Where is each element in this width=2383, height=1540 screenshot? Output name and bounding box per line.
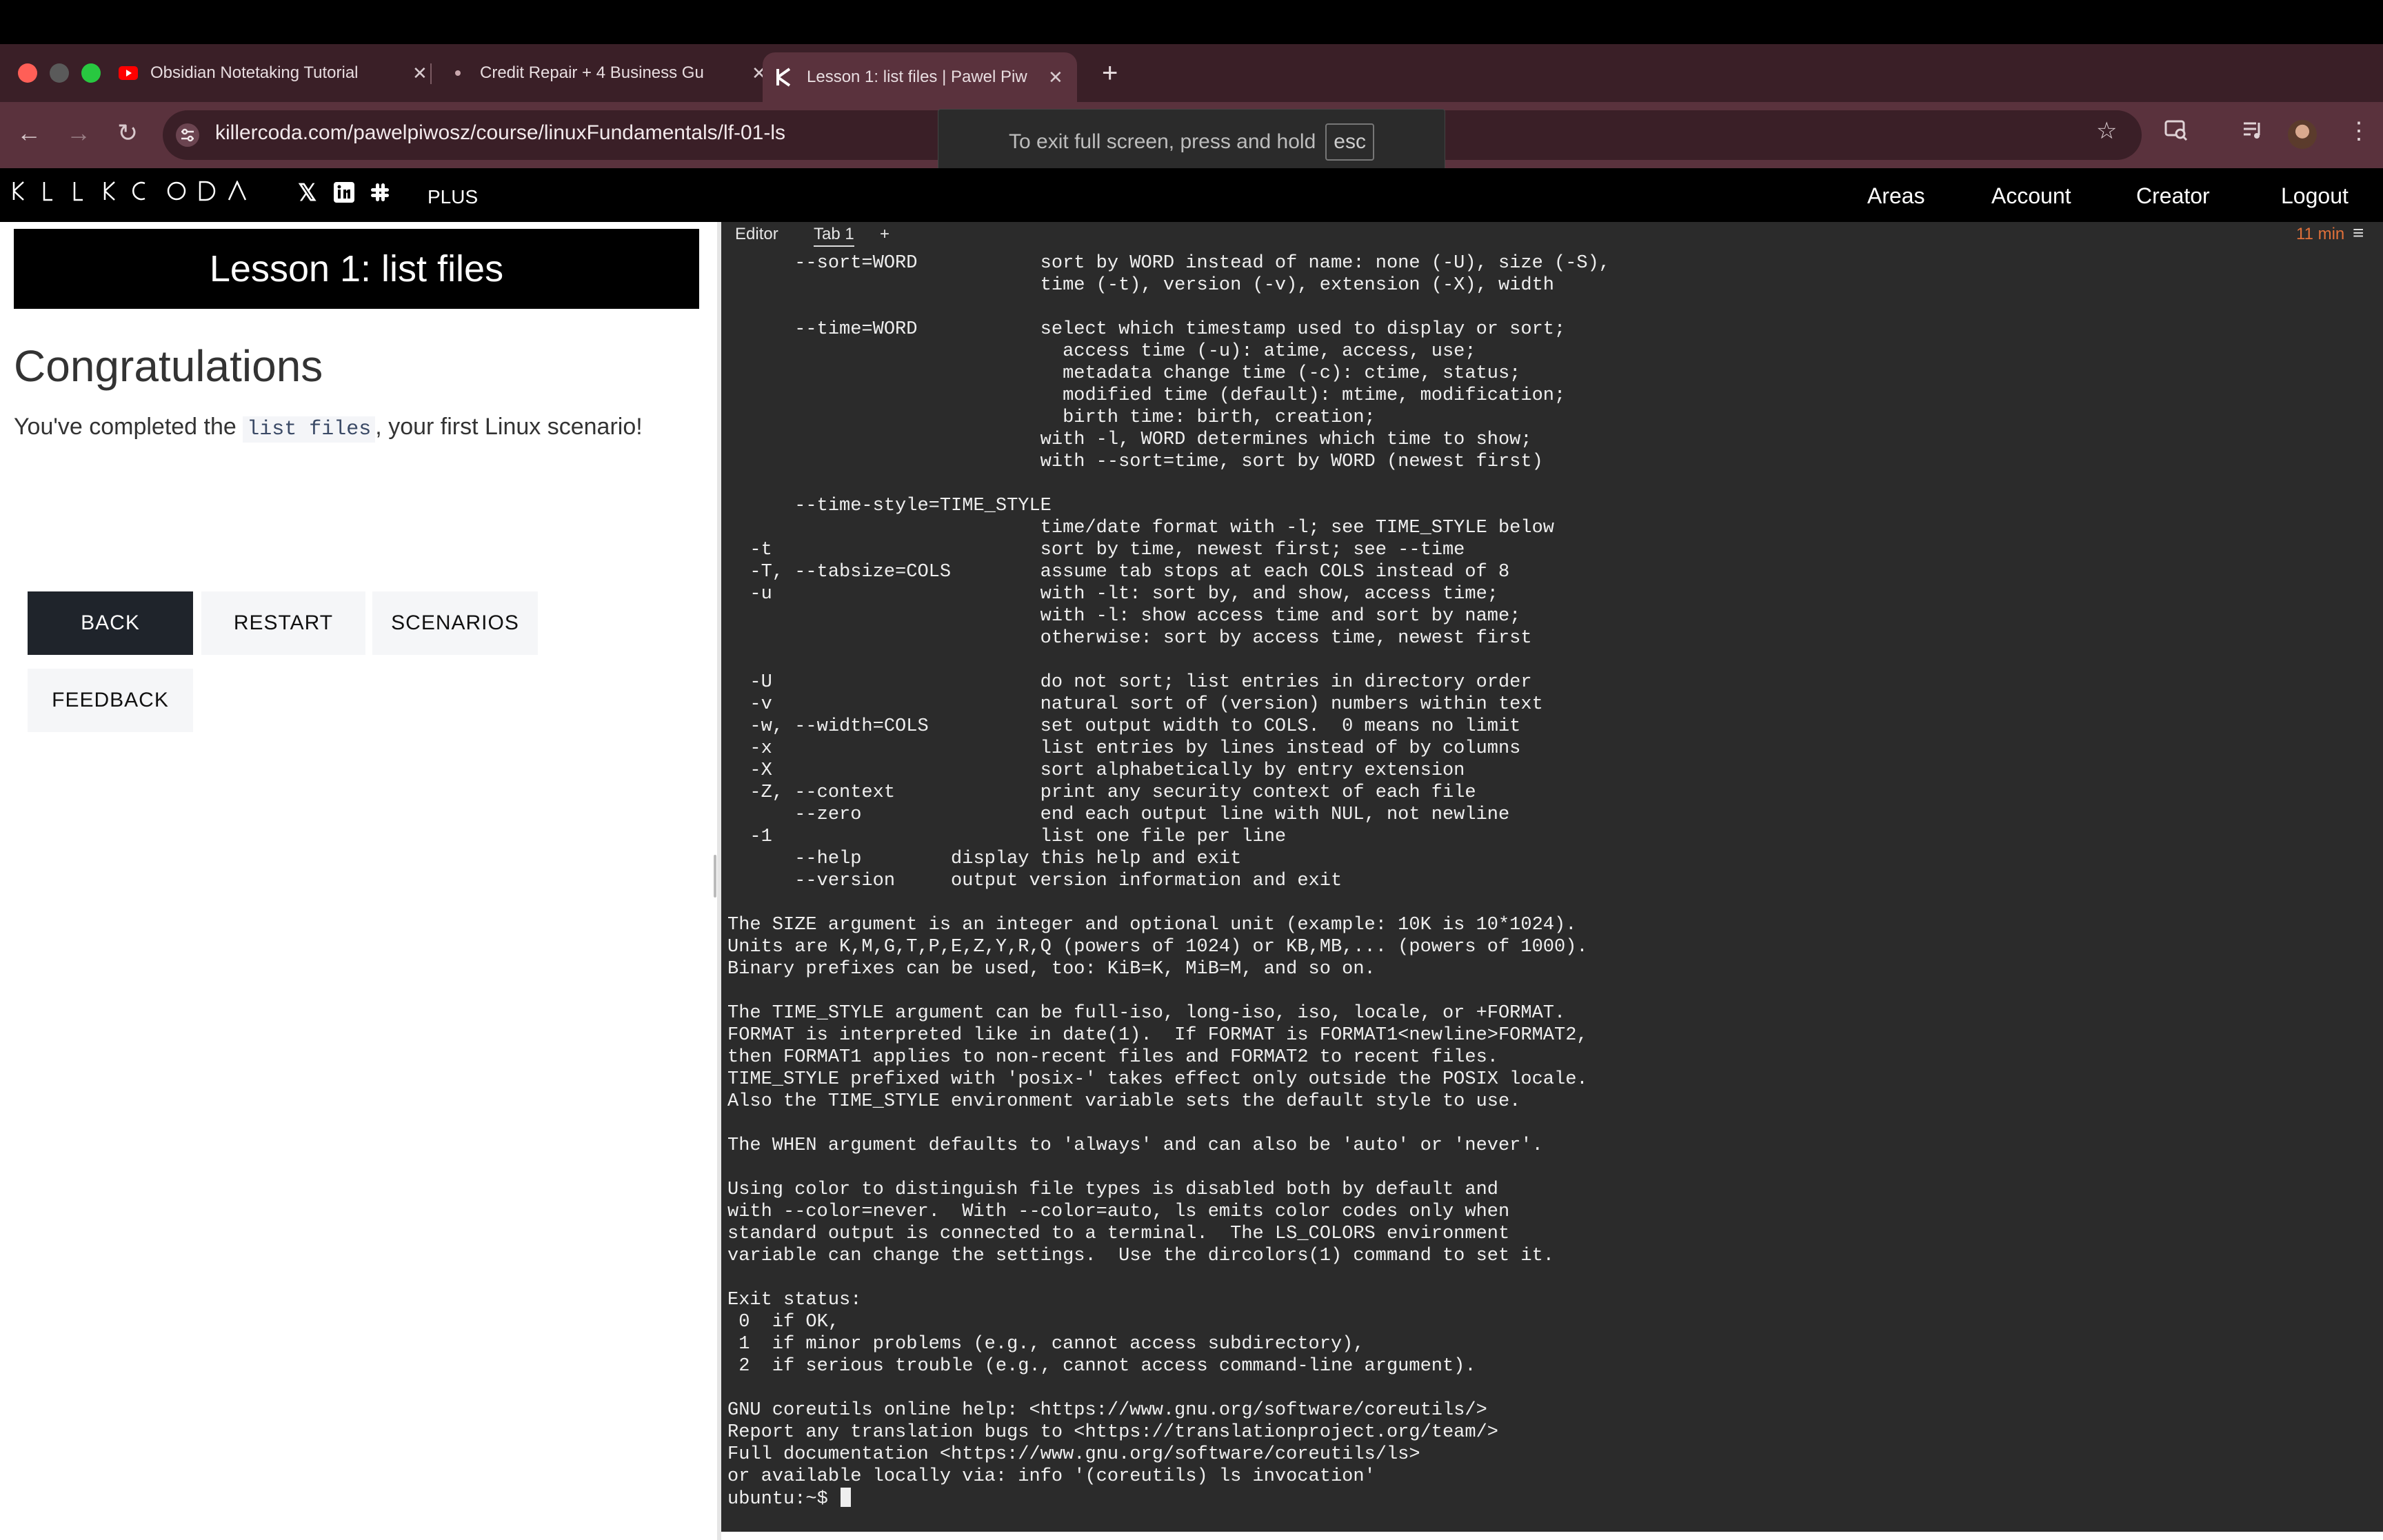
restart-button[interactable]: RESTART (201, 591, 365, 655)
session-timer: 11 min (2296, 225, 2345, 243)
tab-terminal-1[interactable]: Tab 1 (814, 225, 854, 247)
back-button[interactable]: BACK (28, 591, 193, 655)
message-text: , your first Linux scenario! (375, 414, 643, 440)
profile-avatar[interactable] (2288, 120, 2317, 149)
tab-label: Credit Repair + 4 Business Gu (480, 63, 704, 82)
browser-tab-active[interactable]: Lesson 1: list files | Pawel Piw ✕ (763, 52, 1077, 102)
terminal-bottom-edge (721, 1532, 2383, 1540)
killercoda-k-icon (775, 68, 794, 87)
plus-link[interactable]: PLUS (428, 186, 478, 208)
terminal-tab-bar (721, 222, 2383, 251)
tab-separator (430, 63, 432, 84)
scenarios-button[interactable]: SCENARIOS (372, 591, 538, 655)
url-text[interactable]: killercoda.com/pawelpiwosz/course/linuxF… (215, 121, 785, 145)
tab-label: Lesson 1: list files | Pawel Piw (807, 68, 1027, 86)
congratulations-heading: Congratulations (14, 341, 323, 391)
lesson-title: Lesson 1: list files (14, 229, 699, 309)
resize-handle[interactable] (714, 855, 716, 898)
youtube-icon (119, 63, 138, 83)
feedback-button[interactable]: FEEDBACK (28, 669, 193, 732)
killercoda-logo[interactable] (12, 180, 247, 207)
site-settings-icon[interactable] (175, 123, 200, 148)
nav-account[interactable]: Account (1991, 183, 2071, 209)
fullscreen-exit-toast: To exit full screen, press and hold esc (938, 109, 1445, 175)
add-tab-button[interactable]: + (880, 225, 889, 244)
close-tab-icon[interactable]: ✕ (412, 63, 428, 84)
terminal-text: --sort=WORD sort by WORD instead of name… (727, 253, 1611, 1487)
esc-key-hint: esc (1325, 123, 1374, 161)
page-icon (448, 63, 467, 83)
toast-text: To exit full screen, press and hold (1009, 130, 1316, 153)
back-arrow-icon[interactable]: ← (17, 119, 41, 148)
fullscreen-window-button[interactable] (81, 63, 101, 83)
nav-logout[interactable]: Logout (2281, 183, 2349, 209)
hamburger-menu-icon[interactable]: ≡ (2353, 222, 2364, 244)
browser-tab[interactable]: Obsidian Notetaking Tutorial ✕ (119, 54, 428, 92)
terminal-prompt: ubuntu:~$ (727, 1489, 840, 1510)
tab-editor[interactable]: Editor (735, 225, 778, 244)
scenario-name-code: list files (243, 416, 376, 443)
x-twitter-icon[interactable]: 𝕏 (298, 179, 316, 207)
top-black-bar (0, 0, 2383, 44)
tab-label: Obsidian Notetaking Tutorial (150, 63, 359, 82)
slack-icon[interactable] (370, 182, 390, 209)
message-text: You've completed the (14, 414, 237, 440)
media-controls-icon[interactable] (2241, 117, 2266, 148)
nav-areas[interactable]: Areas (1867, 183, 1925, 209)
completion-message: You've completed the list files, your fi… (14, 414, 643, 443)
close-tab-icon[interactable]: ✕ (1048, 67, 1063, 88)
browser-tab[interactable]: Credit Repair + 4 Business Gu ✕ (448, 54, 767, 92)
minimize-window-button[interactable] (50, 63, 69, 83)
nav-creator[interactable]: Creator (2136, 183, 2210, 209)
terminal-cursor (841, 1488, 852, 1507)
new-tab-icon[interactable]: + (1102, 58, 1118, 89)
browser-menu-icon[interactable]: ⋮ (2347, 117, 2371, 145)
terminal-output[interactable]: --sort=WORD sort by WORD instead of name… (727, 252, 1610, 1510)
bookmark-star-icon[interactable]: ☆ (2096, 117, 2117, 145)
forward-arrow-icon[interactable]: → (66, 119, 91, 148)
search-tabs-icon[interactable] (2164, 117, 2189, 148)
reload-icon[interactable]: ↻ (117, 119, 138, 148)
close-window-button[interactable] (18, 63, 37, 83)
linkedin-icon[interactable] (334, 182, 354, 209)
